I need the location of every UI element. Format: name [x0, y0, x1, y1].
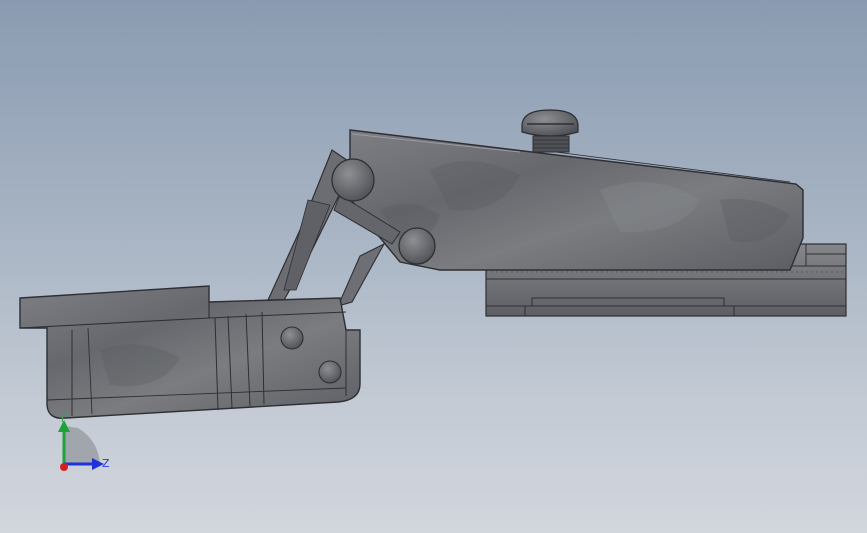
hinge-cup[interactable]: [19, 285, 361, 419]
hinge-model[interactable]: [0, 0, 867, 533]
axis-y-label: Y: [59, 412, 66, 425]
axis-z-label: Z: [102, 457, 110, 470]
adjustment-screw[interactable]: [521, 109, 579, 153]
axis-triad: Y Z: [48, 410, 128, 480]
cad-viewport[interactable]: Y Z: [0, 0, 867, 533]
